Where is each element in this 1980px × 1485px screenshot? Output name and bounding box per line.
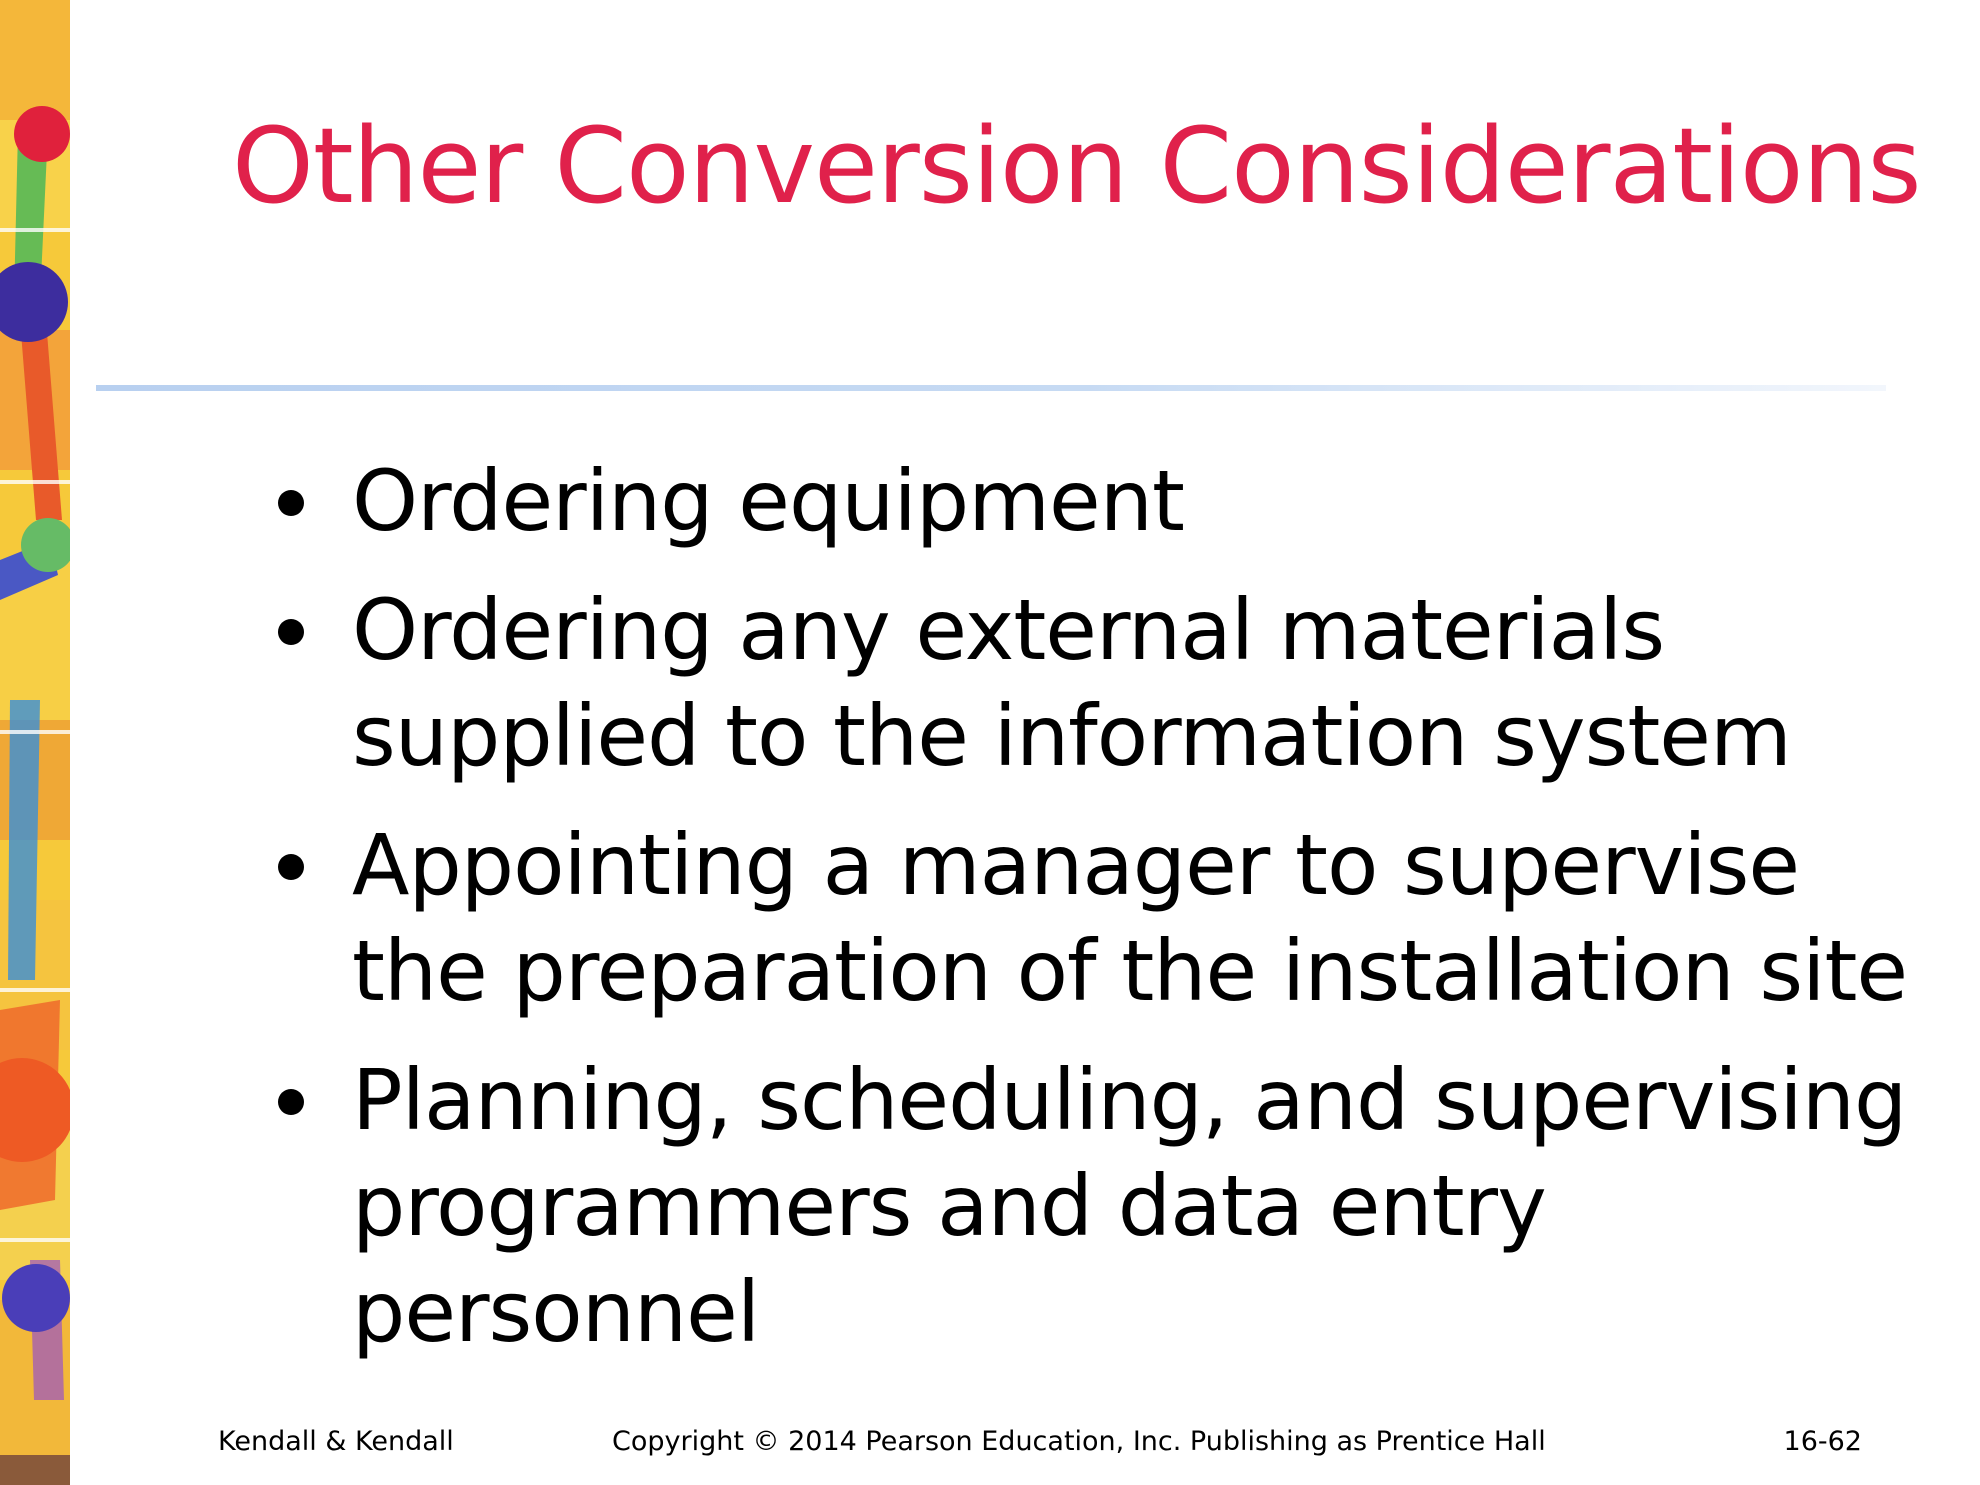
bullet-text: Planning, scheduling, and supervising pr… bbox=[352, 1051, 1907, 1361]
slide: Other Conversion Considerations Ordering… bbox=[0, 0, 1980, 1485]
bullet-dot-icon bbox=[278, 490, 304, 516]
bullet-text: Appointing a manager to supervise the pr… bbox=[352, 816, 1908, 1020]
slide-title: Other Conversion Considerations bbox=[232, 105, 1922, 227]
bullet-dot-icon bbox=[278, 854, 304, 880]
bullet-item: Ordering equipment bbox=[270, 448, 1910, 554]
footer-copyright: Copyright © 2014 Pearson Education, Inc.… bbox=[612, 1426, 1546, 1457]
bullet-dot-icon bbox=[278, 619, 304, 645]
bullet-item: Ordering any external materials supplied… bbox=[270, 577, 1910, 789]
bullet-dot-icon bbox=[278, 1089, 304, 1115]
decorative-side-art bbox=[0, 0, 70, 1485]
title-divider bbox=[96, 385, 1886, 391]
bullet-list: Ordering equipment Ordering any external… bbox=[270, 448, 1910, 1388]
bullet-item: Planning, scheduling, and supervising pr… bbox=[270, 1047, 1910, 1365]
bullet-text: Ordering any external materials supplied… bbox=[352, 581, 1792, 785]
bullet-item: Appointing a manager to supervise the pr… bbox=[270, 812, 1910, 1024]
bullet-text: Ordering equipment bbox=[352, 452, 1185, 550]
footer-authors: Kendall & Kendall bbox=[218, 1426, 454, 1457]
footer-slide-number: 16-62 bbox=[1783, 1426, 1862, 1457]
